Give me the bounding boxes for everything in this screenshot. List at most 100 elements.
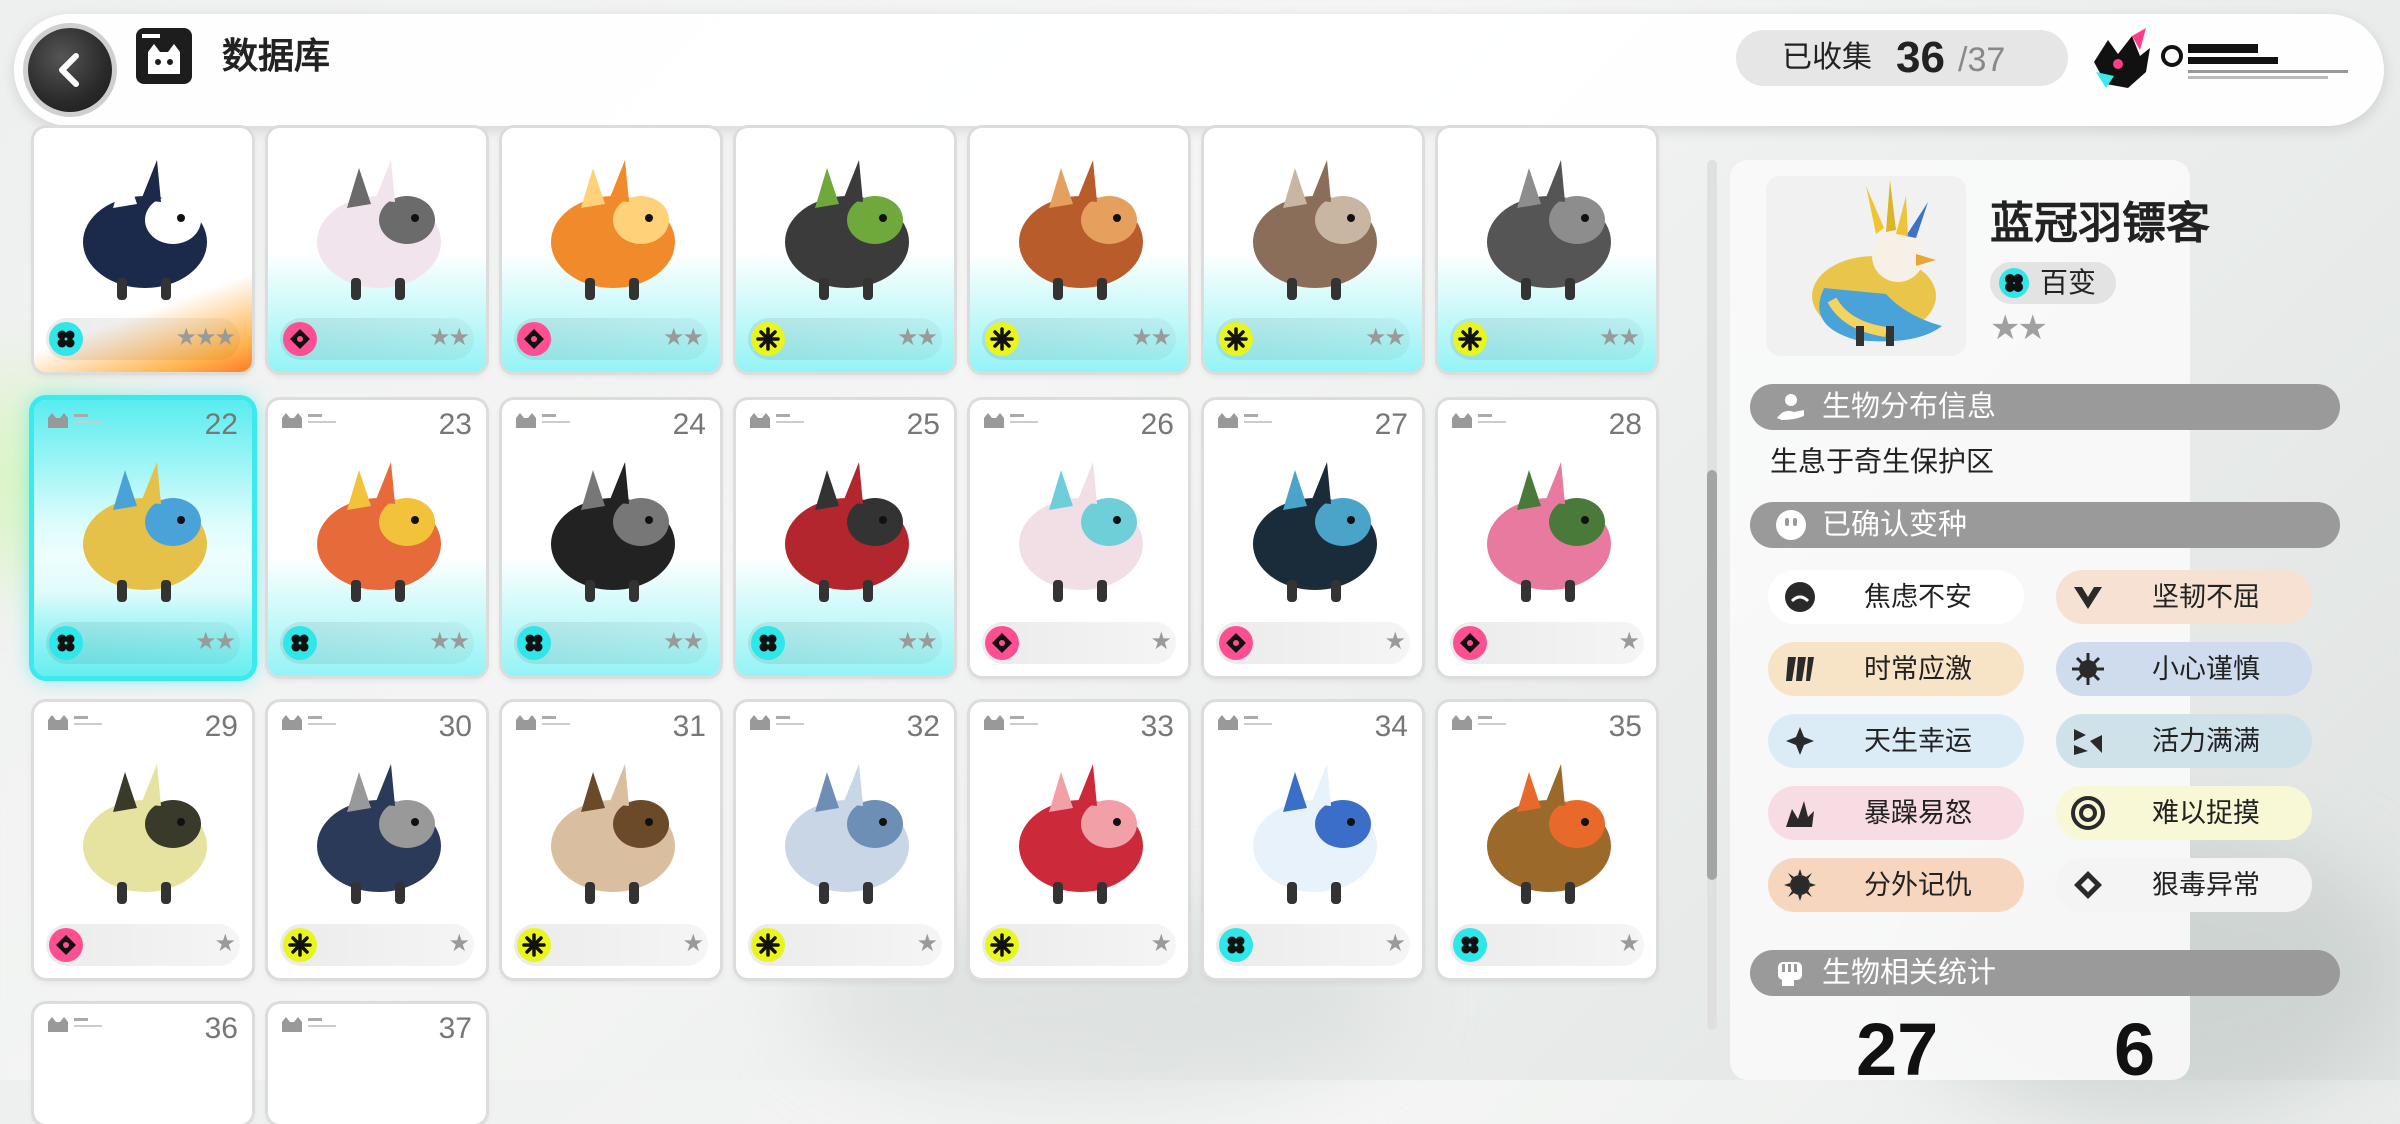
- creature-card[interactable]: 31 ★: [502, 702, 720, 978]
- grid-scrollbar-thumb[interactable]: [1707, 470, 1717, 880]
- creature-card[interactable]: 30 ★: [268, 702, 486, 978]
- game-logo: [2088, 26, 2358, 98]
- type-icon: [282, 625, 318, 661]
- habitat-text: 生息于奇生保护区: [1770, 446, 1995, 477]
- trait-label: 难以捉摸: [2152, 798, 2260, 828]
- trait-icon: [2074, 871, 2102, 899]
- rarity-stars: ★★: [662, 324, 704, 351]
- trait-icon: [1784, 869, 1816, 901]
- type-icon: [750, 625, 786, 661]
- type-icon: [1452, 927, 1488, 963]
- rarity-stars: ★: [448, 930, 469, 957]
- card-mini-icon: [1452, 715, 1506, 730]
- rarity-stars: ★: [214, 930, 235, 957]
- creature-illustration: [1487, 764, 1611, 904]
- type-icon: [1218, 927, 1254, 963]
- card-mini-icon: [516, 413, 570, 428]
- creature-card[interactable]: 32 ★: [736, 702, 954, 978]
- clover-type-icon: [1999, 268, 2029, 298]
- rarity-stars: ★★: [1598, 324, 1640, 351]
- creature-card[interactable]: 37: [268, 1004, 486, 1124]
- type-icon: [516, 625, 552, 661]
- creature-illustration: [317, 764, 441, 904]
- rarity-stars: ★★: [428, 324, 470, 351]
- type-icon: [1452, 625, 1488, 661]
- collection-total: /37: [1958, 41, 2006, 79]
- creature-illustration: [785, 764, 909, 904]
- trait-icon: [2071, 796, 2105, 830]
- page-title: 数据库: [222, 35, 331, 76]
- creature-card[interactable]: 23 ★★: [268, 400, 486, 676]
- type-icon: [750, 321, 786, 357]
- creature-card[interactable]: 25 ★★: [736, 400, 954, 676]
- creature-card[interactable]: 33 ★: [970, 702, 1188, 978]
- trait-label: 焦虑不安: [1864, 582, 1972, 612]
- creature-card[interactable]: ★★: [970, 128, 1188, 372]
- trait-label: 小心谨慎: [2152, 654, 2260, 684]
- trait-chip[interactable]: 暴躁易怒: [1768, 786, 2024, 840]
- creature-card[interactable]: ★★: [1438, 128, 1656, 372]
- trait-chip[interactable]: 狠毒异常: [2056, 858, 2312, 912]
- type-icon: [984, 927, 1020, 963]
- trait-label: 分外记仇: [1864, 870, 1972, 900]
- trait-chip[interactable]: 难以捉摸: [2056, 786, 2312, 840]
- creature-illustration: [317, 160, 441, 300]
- creature-card[interactable]: ★★: [736, 128, 954, 372]
- rarity-stars: ★★: [194, 628, 236, 655]
- creature-card[interactable]: 22 ★★: [34, 400, 252, 676]
- card-number: 22: [204, 408, 238, 441]
- type-icon: [48, 321, 84, 357]
- trait-icon: [1786, 727, 1814, 755]
- creature-card[interactable]: 28 ★: [1438, 400, 1656, 676]
- card-number: 37: [438, 1012, 472, 1045]
- card-number: 23: [438, 408, 472, 441]
- type-icon: [1452, 321, 1488, 357]
- trait-chip[interactable]: 小心谨慎: [2056, 642, 2312, 696]
- fist-icon: [1778, 962, 1802, 986]
- creature-card[interactable]: 35 ★: [1438, 702, 1656, 978]
- creature-illustration: [551, 160, 675, 300]
- type-icon: [48, 625, 84, 661]
- card-mini-icon: [1218, 715, 1272, 730]
- trait-chip[interactable]: 焦虑不安: [1768, 570, 2024, 624]
- back-button[interactable]: [28, 28, 112, 112]
- creature-card[interactable]: 26 ★: [970, 400, 1188, 676]
- creature-card[interactable]: ★★: [1204, 128, 1422, 372]
- type-icon: [282, 927, 318, 963]
- creature-card[interactable]: ★★: [268, 128, 486, 372]
- creature-illustration: [551, 462, 675, 602]
- variant-label: 百变: [2040, 267, 2097, 298]
- creature-card[interactable]: 34 ★: [1204, 702, 1422, 978]
- rarity-stars: ★★: [1130, 324, 1172, 351]
- type-icon: [750, 927, 786, 963]
- creature-card[interactable]: ★★★: [34, 128, 252, 372]
- trait-chip[interactable]: 天生幸运: [1768, 714, 2024, 768]
- rarity-stars: ★★: [1990, 309, 2048, 347]
- habitat-section-header: 生物分布信息: [1750, 384, 2340, 430]
- trait-chip[interactable]: 时常应激: [1768, 642, 2024, 696]
- trait-chip[interactable]: 活力满满: [2056, 714, 2312, 768]
- trait-icon: [2074, 729, 2102, 755]
- creature-card[interactable]: ★★: [502, 128, 720, 372]
- creature-card[interactable]: 24 ★★: [502, 400, 720, 676]
- rarity-stars: ★: [1384, 930, 1405, 957]
- type-icon: [1218, 625, 1254, 661]
- creature-illustration: [83, 462, 207, 602]
- creature-card[interactable]: 36: [34, 1004, 252, 1124]
- database-icon: [136, 28, 192, 84]
- rarity-stars: ★: [1618, 930, 1639, 957]
- type-icon: [984, 625, 1020, 661]
- type-icon: [48, 927, 84, 963]
- trait-chip[interactable]: 坚韧不屈: [2056, 570, 2312, 624]
- card-mini-icon: [282, 1017, 336, 1032]
- trait-icon: [2072, 653, 2104, 685]
- trait-chip[interactable]: 分外记仇: [1768, 858, 2024, 912]
- card-number: 28: [1608, 408, 1642, 441]
- rarity-stars: ★: [916, 930, 937, 957]
- card-number: 34: [1374, 710, 1408, 743]
- card-number: 35: [1608, 710, 1642, 743]
- creature-card[interactable]: 29 ★: [34, 702, 252, 978]
- creature-illustration: [1019, 160, 1143, 300]
- creature-card[interactable]: 27 ★: [1204, 400, 1422, 676]
- stats-section-header: 生物相关统计: [1750, 950, 2340, 996]
